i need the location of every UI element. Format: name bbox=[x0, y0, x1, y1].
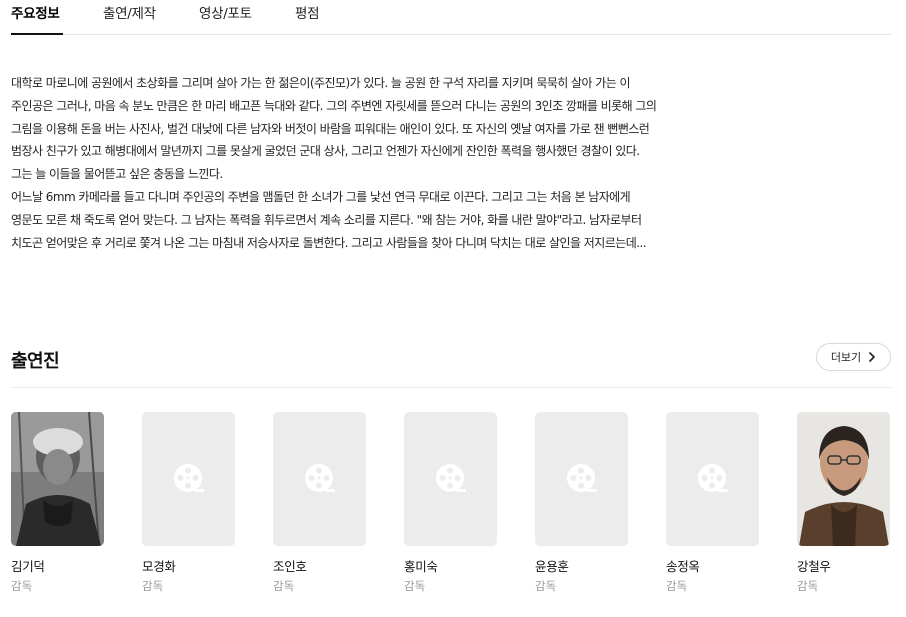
chevron-right-icon bbox=[869, 352, 875, 362]
cast-name: 송정옥 bbox=[666, 559, 700, 574]
cast-photo bbox=[797, 412, 890, 546]
more-button[interactable]: 더보기 bbox=[816, 343, 891, 371]
synopsis-paragraph: 어느날 6mm 카메라를 들고 다니며 주인공의 주변을 맴돌던 한 소녀가 그… bbox=[11, 189, 647, 250]
more-button-label: 더보기 bbox=[830, 351, 862, 364]
cast-card[interactable]: 조인호 감독 bbox=[273, 412, 366, 594]
cast-role: 감독 bbox=[797, 579, 819, 593]
cast-card[interactable]: 홍미숙 감독 bbox=[404, 412, 497, 594]
cast-card[interactable]: 김기덕 감독 bbox=[11, 412, 104, 594]
cast-photo-placeholder bbox=[404, 412, 497, 546]
cast-name: 김기덕 bbox=[11, 559, 45, 574]
tab-bar: 주요정보 출연/제작 영상/포토 평점 bbox=[11, 0, 891, 35]
film-reel-icon bbox=[697, 464, 728, 492]
tab-cast-crew[interactable]: 출연/제작 bbox=[103, 2, 156, 35]
portrait-image bbox=[797, 412, 890, 546]
cast-name: 조인호 bbox=[273, 559, 307, 574]
cast-photo-placeholder bbox=[273, 412, 366, 546]
cast-role: 감독 bbox=[666, 579, 688, 593]
cast-photo-placeholder bbox=[142, 412, 235, 546]
cast-role: 감독 bbox=[535, 579, 557, 593]
synopsis: 대학로 마로니에 공원에서 초상화를 그리며 살아 가는 한 젊은이(주진모)가… bbox=[11, 72, 661, 254]
film-reel-icon bbox=[173, 464, 204, 492]
cast-role: 감독 bbox=[142, 579, 164, 593]
film-reel-icon bbox=[566, 464, 597, 492]
tab-rating[interactable]: 평점 bbox=[295, 2, 320, 35]
cast-photo bbox=[11, 412, 104, 546]
tab-main-info[interactable]: 주요정보 bbox=[11, 2, 63, 35]
portrait-image bbox=[11, 412, 104, 546]
cast-section-title: 출연진 bbox=[11, 351, 60, 372]
cast-card[interactable]: 윤용훈 감독 bbox=[535, 412, 628, 594]
film-reel-icon bbox=[435, 464, 466, 492]
cast-name: 윤용훈 bbox=[535, 559, 569, 574]
cast-role: 감독 bbox=[11, 579, 33, 593]
cast-name: 모경화 bbox=[142, 559, 176, 574]
cast-name: 강철우 bbox=[797, 559, 831, 574]
cast-card[interactable]: 모경화 감독 bbox=[142, 412, 235, 594]
cast-photo-placeholder bbox=[666, 412, 759, 546]
film-reel-icon bbox=[304, 464, 335, 492]
cast-card[interactable]: 송정옥 감독 bbox=[666, 412, 759, 594]
divider bbox=[11, 387, 891, 388]
synopsis-paragraph: 대학로 마로니에 공원에서 초상화를 그리며 살아 가는 한 젊은이(주진모)가… bbox=[11, 76, 657, 182]
cast-card[interactable]: 강철우 감독 bbox=[797, 412, 890, 594]
cast-role: 감독 bbox=[404, 579, 426, 593]
cast-role: 감독 bbox=[273, 579, 295, 593]
movie-detail-page: 주요정보 출연/제작 영상/포토 평점 대학로 마로니에 공원에서 초상화를 그… bbox=[0, 0, 906, 617]
cast-photo-placeholder bbox=[535, 412, 628, 546]
cast-name: 홍미숙 bbox=[404, 559, 438, 574]
tab-video-photo[interactable]: 영상/포토 bbox=[199, 2, 252, 35]
